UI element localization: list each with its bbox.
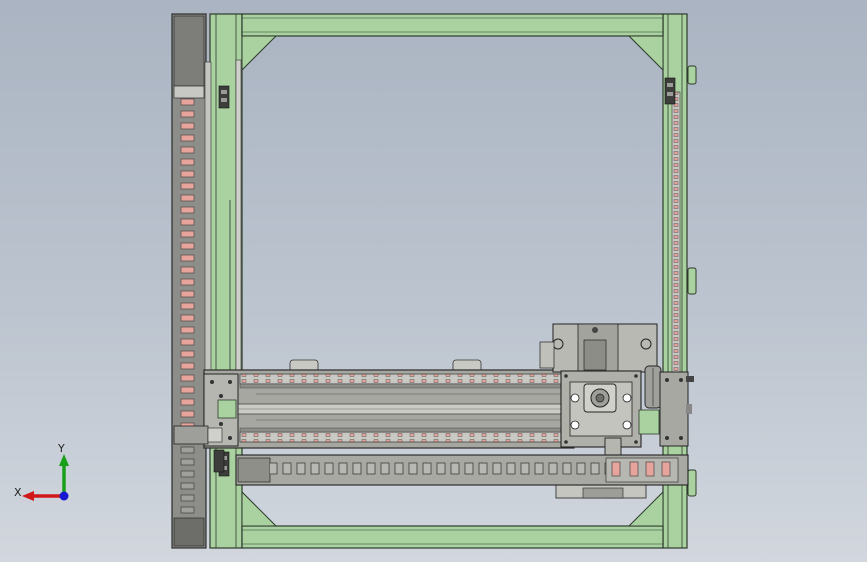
horizontal-cable-chain[interactable]	[213, 449, 689, 486]
x-axis-arrowhead	[22, 491, 34, 501]
y-axis-label: Y	[57, 442, 65, 455]
frame-top-beam[interactable]	[241, 13, 664, 37]
gusset-top-left	[241, 35, 278, 72]
frame-bottom-beam[interactable]	[241, 525, 664, 549]
graphics-viewport[interactable]: Y X	[0, 0, 867, 562]
vertical-cable-chain[interactable]	[171, 13, 207, 549]
coordinate-triad-icon: Y X	[14, 442, 69, 501]
z-axis-origin-dot	[59, 491, 69, 501]
x-axis-label: X	[14, 486, 22, 499]
y-axis-arrowhead	[59, 454, 69, 466]
gusset-top-right	[627, 35, 664, 72]
gusset-bottom-left	[241, 490, 278, 527]
cad-model[interactable]	[0, 0, 867, 562]
